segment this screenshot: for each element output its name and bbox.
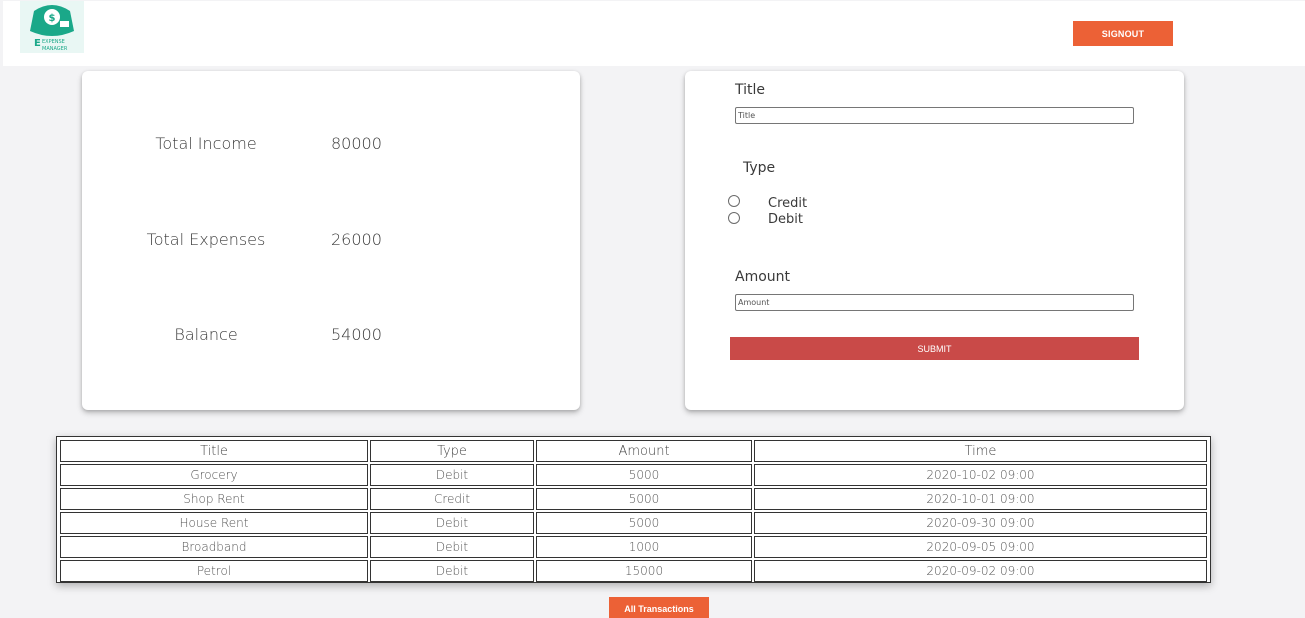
svg-text:MANAGER: MANAGER [42, 46, 68, 52]
cell-type: Credit [370, 488, 534, 510]
signout-button[interactable]: SIGNOUT [1073, 21, 1173, 46]
total-income-value: 80000 [331, 134, 382, 153]
cell-type: Debit [370, 560, 534, 582]
cell-type: Debit [370, 464, 534, 486]
column-header-amount: Amount [536, 440, 752, 462]
svg-text:E: E [34, 38, 41, 49]
total-expenses-label: Total Expenses [146, 230, 266, 249]
table-header-row: Title Type Amount Time [60, 440, 1207, 462]
cell-title: Petrol [60, 560, 368, 582]
table-row: Petrol Debit 15000 2020-09-02 09:00 [60, 560, 1207, 582]
table-row: House Rent Debit 5000 2020-09-30 09:00 [60, 512, 1207, 534]
cell-amount: 5000 [536, 512, 752, 534]
table-row: Grocery Debit 5000 2020-10-02 09:00 [60, 464, 1207, 486]
cell-title: Broadband [60, 536, 368, 558]
cell-amount: 15000 [536, 560, 752, 582]
cell-type: Debit [370, 512, 534, 534]
transactions-table: Title Type Amount Time Grocery Debit 500… [56, 436, 1211, 583]
submit-button[interactable]: SUBMIT [730, 337, 1139, 360]
column-header-time: Time [754, 440, 1207, 462]
balance-value: 54000 [331, 325, 382, 344]
svg-text:$: $ [49, 13, 56, 24]
cell-amount: 5000 [536, 488, 752, 510]
debit-radio-label[interactable]: Debit [768, 212, 803, 227]
cell-title: Shop Rent [60, 488, 368, 510]
cell-time: 2020-10-01 09:00 [754, 488, 1207, 510]
cell-time: 2020-09-02 09:00 [754, 560, 1207, 582]
add-transaction-form: Title Type Credit Debit Amount SUBMIT [685, 71, 1184, 410]
cell-time: 2020-09-30 09:00 [754, 512, 1207, 534]
cell-type: Debit [370, 536, 534, 558]
cell-time: 2020-10-02 09:00 [754, 464, 1207, 486]
cell-title: House Rent [60, 512, 368, 534]
top-bar: $ E EXPENSE MANAGER SIGNOUT [3, 1, 1305, 66]
table-row: Broadband Debit 1000 2020-09-05 09:00 [60, 536, 1207, 558]
cell-amount: 1000 [536, 536, 752, 558]
cell-title: Grocery [60, 464, 368, 486]
column-header-type: Type [370, 440, 534, 462]
total-expenses-value: 26000 [331, 230, 382, 249]
svg-text:EXPENSE: EXPENSE [42, 39, 65, 45]
total-income-label: Total Income [155, 134, 257, 153]
title-label: Title [735, 82, 766, 98]
credit-radio[interactable] [728, 195, 740, 207]
balance-label: Balance [174, 325, 238, 344]
amount-input[interactable] [735, 294, 1134, 311]
summary-card: Total Income 80000 Total Expenses 26000 … [82, 71, 580, 410]
table-row: Shop Rent Credit 5000 2020-10-01 09:00 [60, 488, 1207, 510]
title-input[interactable] [735, 107, 1134, 124]
all-transactions-button[interactable]: All Transactions [609, 597, 709, 618]
cell-time: 2020-09-05 09:00 [754, 536, 1207, 558]
credit-radio-label[interactable]: Credit [768, 196, 807, 211]
cell-amount: 5000 [536, 464, 752, 486]
expense-manager-logo: $ E EXPENSE MANAGER [20, 1, 84, 53]
amount-label: Amount [735, 269, 791, 285]
debit-radio[interactable] [728, 212, 740, 224]
type-label: Type [743, 160, 776, 176]
column-header-title: Title [60, 440, 368, 462]
